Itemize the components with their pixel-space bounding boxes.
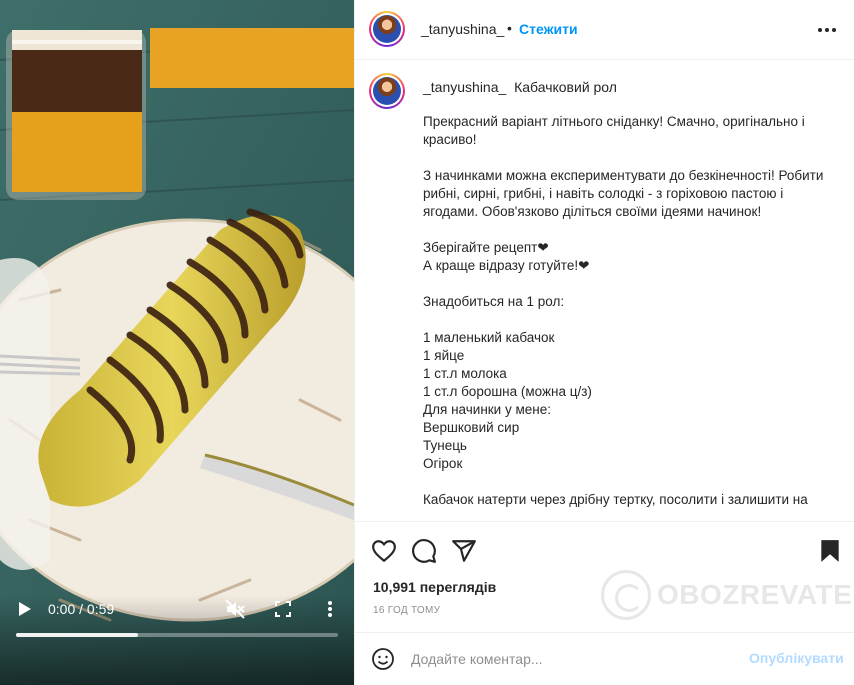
- save-button[interactable]: [817, 538, 843, 564]
- more-horizontal-icon: [818, 28, 836, 32]
- video-player[interactable]: 0:00 / 0:59: [0, 0, 354, 685]
- video-buffered-bar: [16, 633, 139, 637]
- view-count[interactable]: 10,991 переглядів: [373, 579, 496, 595]
- video-more-button[interactable]: [322, 598, 338, 620]
- caption-title: Кабачковий рол: [514, 79, 617, 95]
- post-header: _tanyushina_ • Стежити: [355, 0, 854, 60]
- options-button[interactable]: [817, 21, 837, 39]
- muted-speaker-icon: [225, 599, 245, 619]
- post-side-panel: _tanyushina_ • Стежити _tanyushina_ Каба…: [354, 0, 854, 685]
- bookmark-icon: [821, 540, 839, 562]
- like-button[interactable]: [371, 538, 397, 564]
- comment-input[interactable]: [411, 647, 741, 671]
- caption-avatar[interactable]: [369, 73, 405, 109]
- share-button[interactable]: [451, 538, 477, 564]
- separator-dot: •: [507, 20, 512, 36]
- more-vertical-icon: [328, 601, 332, 617]
- comment-icon: [412, 539, 436, 563]
- header-avatar[interactable]: [369, 11, 405, 47]
- watermark-logo-icon: [601, 570, 651, 620]
- obozrevatel-watermark: OBOZREVATEL: [601, 570, 854, 620]
- caption-header: _tanyushina_ Кабачковий рол: [423, 79, 617, 95]
- avatar: [373, 77, 401, 105]
- avatar: [373, 15, 401, 43]
- watermark-text: OBOZREVATEL: [657, 579, 854, 610]
- comment-bar: Опублікувати: [355, 632, 854, 685]
- comment-button[interactable]: [411, 538, 437, 564]
- post-comment-button[interactable]: Опублікувати: [749, 650, 844, 666]
- caption-text: Прекрасний варіант літнього сніданку! См…: [423, 114, 824, 507]
- play-button[interactable]: [14, 599, 36, 619]
- video-progress-bar[interactable]: [16, 633, 338, 637]
- mute-button[interactable]: [224, 598, 246, 620]
- fullscreen-icon: [275, 601, 291, 617]
- header-username[interactable]: _tanyushina_: [421, 21, 504, 37]
- emoji-button[interactable]: [371, 647, 395, 671]
- play-icon: [19, 602, 31, 616]
- smiley-icon: [372, 648, 394, 670]
- follow-button[interactable]: Стежити: [519, 21, 578, 37]
- caption-username[interactable]: _tanyushina_: [423, 79, 506, 95]
- share-icon: [452, 540, 476, 562]
- fullscreen-button[interactable]: [272, 598, 294, 620]
- food-video-frame: [0, 0, 354, 685]
- video-time: 0:00 / 0:59: [48, 601, 115, 617]
- post-timestamp[interactable]: 16 ГОД ТОМУ: [373, 605, 440, 616]
- heart-icon: [372, 540, 396, 562]
- caption-area: _tanyushina_ Кабачковий рол Прекрасний в…: [355, 61, 854, 520]
